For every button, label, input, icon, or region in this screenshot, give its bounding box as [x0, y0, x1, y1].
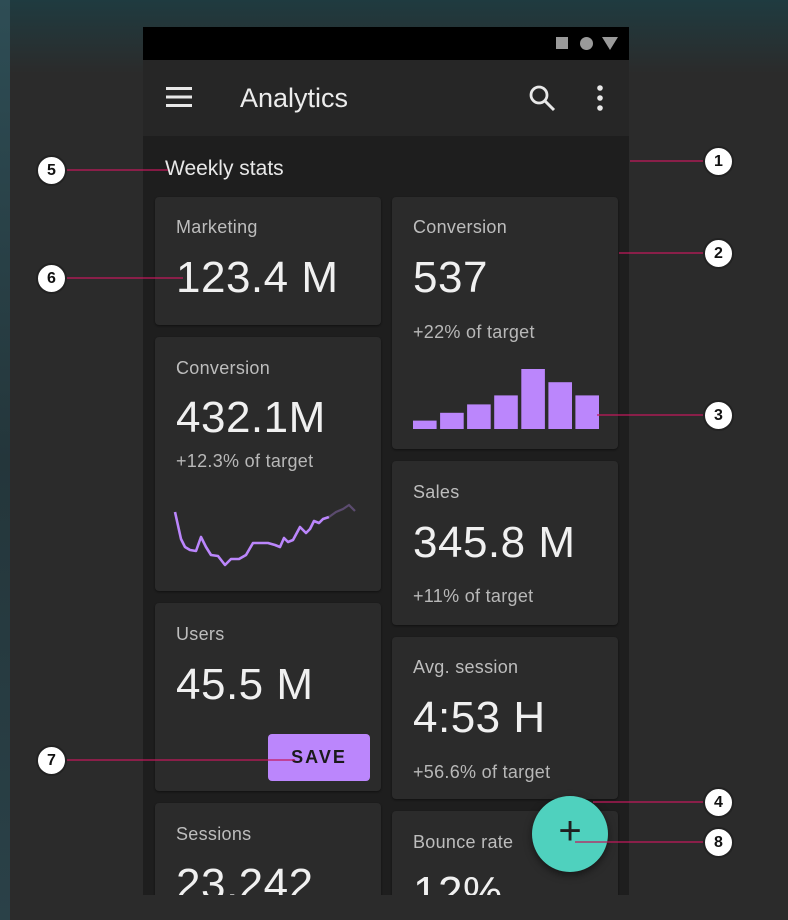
callout-lines — [66, 160, 703, 843]
callout-badge-6: 6 — [36, 263, 67, 294]
callout-badge-2: 2 — [703, 238, 734, 269]
callout-badge-4: 4 — [703, 787, 734, 818]
callout-badge-1: 1 — [703, 146, 734, 177]
callout-badge-7: 7 — [36, 745, 67, 776]
callout-badge-8: 8 — [703, 827, 734, 858]
callout-badge-5: 5 — [36, 155, 67, 186]
callout-badge-3: 3 — [703, 400, 734, 431]
